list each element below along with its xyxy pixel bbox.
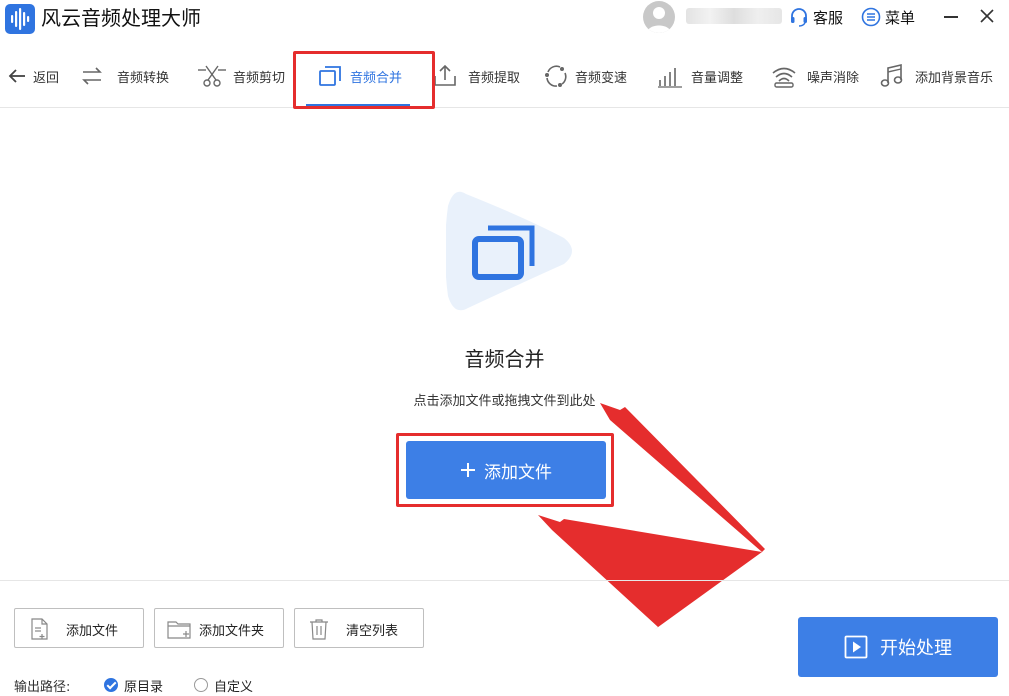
start-processing-button[interactable]: 开始处理 <box>798 617 998 677</box>
radio-original-directory[interactable]: 原目录 <box>104 676 164 695</box>
add-folder-label: 添加文件夹 <box>199 624 265 639</box>
clear-list-label: 清空列表 <box>346 624 399 639</box>
file-add-icon <box>31 618 48 640</box>
radio-unchecked-indicator <box>194 678 208 692</box>
trash-icon <box>310 619 328 640</box>
radio-label: 自定义 <box>214 679 254 695</box>
bottom-separator <box>0 580 1009 581</box>
add-folder-button[interactable]: 添加文件夹 <box>154 608 284 648</box>
clear-list-button[interactable]: 清空列表 <box>294 608 424 648</box>
play-icon <box>844 635 868 659</box>
start-processing-label: 开始处理 <box>880 638 952 659</box>
radio-custom-directory[interactable]: 自定义 <box>194 676 254 695</box>
output-path-label: 输出路径: <box>14 680 71 695</box>
radio-checked-indicator <box>104 678 118 692</box>
add-file-label: 添加文件 <box>66 624 119 639</box>
annotation-arrow-lower <box>538 515 762 630</box>
radio-label: 原目录 <box>124 679 164 695</box>
folder-add-icon <box>167 621 191 639</box>
add-file-button[interactable]: 添加文件 <box>14 608 144 648</box>
annotation-arrows <box>538 403 765 630</box>
